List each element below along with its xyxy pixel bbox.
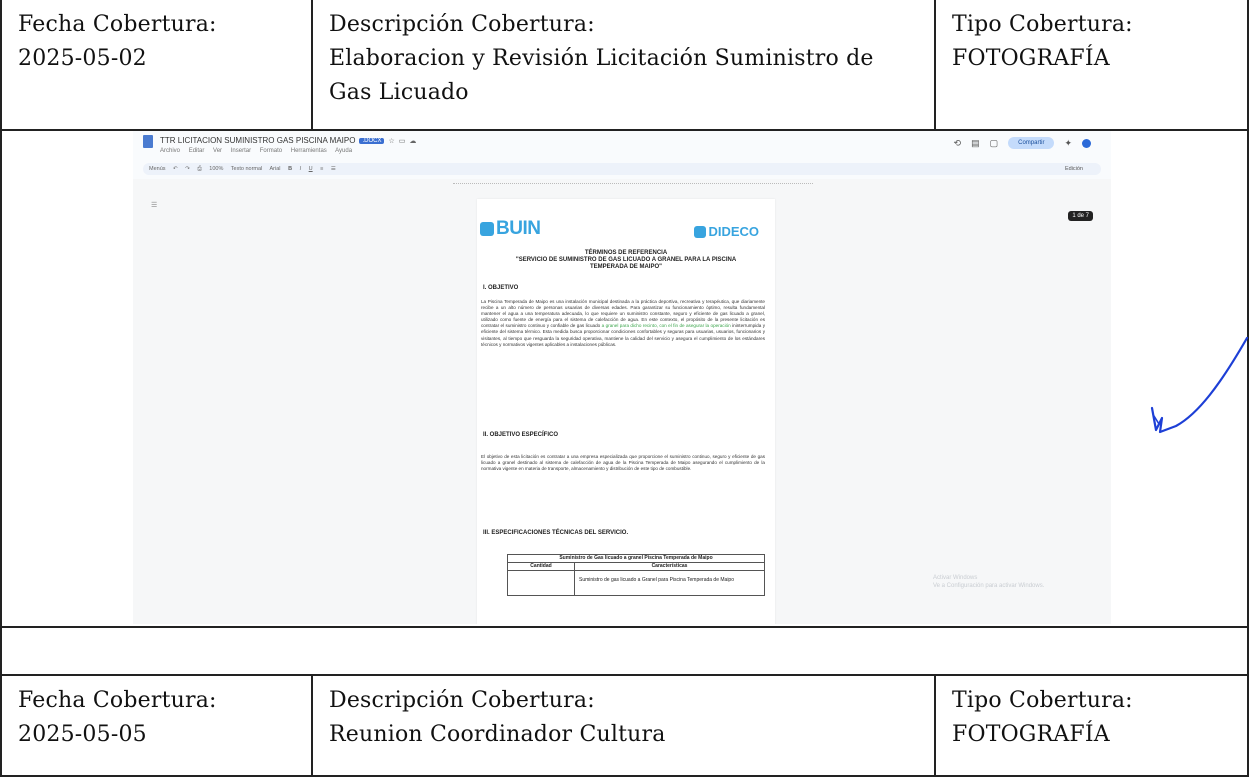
- dideco-logo-icon: [694, 226, 707, 238]
- menu-formato[interactable]: Formato: [260, 148, 282, 154]
- date-label: Fecha Cobertura:: [18, 12, 217, 37]
- ruler: [453, 178, 813, 184]
- dideco-logo-text: DIDECO: [708, 224, 759, 239]
- specs-col-cantidad: Cantidad: [508, 563, 575, 570]
- print-icon[interactable]: ⎙: [197, 166, 201, 172]
- specs-col-caracteristicas: Características: [651, 563, 688, 569]
- document-screenshot: TTR LICITACION SUMINISTRO GAS PISCINA MA…: [133, 131, 1111, 624]
- menu-ayuda[interactable]: Ayuda: [335, 148, 352, 154]
- share-button[interactable]: Compartir: [1008, 137, 1055, 149]
- coverage-row-2: Fecha Cobertura: 2025-05-05 Descripción …: [0, 674, 1249, 777]
- buin-logo: BUIN: [480, 218, 541, 240]
- type-label: Tipo Cobertura:: [952, 12, 1133, 37]
- document-page: BUIN DIDECO TÉRMINOS DE REFERENCIA "SERV…: [477, 199, 775, 624]
- document-title: TTR LICITACION SUMINISTRO GAS PISCINA MA…: [160, 136, 416, 145]
- redo-icon[interactable]: ↷: [185, 166, 190, 172]
- heading-line-1: TÉRMINOS DE REFERENCIA: [584, 250, 668, 256]
- italic-icon[interactable]: I: [300, 166, 302, 172]
- document-title-text: TTR LICITACION SUMINISTRO GAS PISCINA MA…: [160, 136, 356, 145]
- avatar[interactable]: [1082, 138, 1091, 148]
- type-value: FOTOGRAFÍA: [952, 722, 1110, 747]
- description-value: Elaboracion y Revisión Licitación Sumini…: [329, 46, 874, 105]
- windows-watermark: Activar Windows Ve a Configuración para …: [933, 574, 1044, 590]
- comments-icon[interactable]: ▤: [971, 138, 980, 149]
- format-toolbar: Menús ↶ ↷ ⎙ 100% Texto normal Arial B I …: [143, 163, 1101, 175]
- menu-bar: Archivo Editar Ver Insertar Formato Herr…: [160, 148, 359, 154]
- menu-herramientas[interactable]: Herramientas: [291, 148, 327, 154]
- date-label: Fecha Cobertura:: [18, 688, 217, 713]
- specs-table-title: Suministro de Gas licuado a granel Pisci…: [508, 555, 764, 563]
- specs-table: Suministro de Gas licuado a granel Pisci…: [507, 554, 765, 596]
- specs-cell-quantity: [508, 571, 575, 595]
- underline-icon[interactable]: U: [309, 166, 313, 172]
- gemini-icon[interactable]: ✦: [1064, 138, 1072, 149]
- docs-icon: [143, 135, 153, 148]
- section-3-title: III. ESPECIFICACIONES TÉCNICAS DEL SERVI…: [483, 530, 629, 536]
- edit-mode-select[interactable]: Edición: [1065, 163, 1083, 175]
- specs-cell-characteristics: Suministro de gas licuado a Granel para …: [579, 577, 734, 583]
- header-tools: ⟲ ▤ ▢ Compartir ✦: [954, 137, 1091, 149]
- heading-line-2: "SERVICIO DE SUMINISTRO DE GAS LICUADO A…: [515, 257, 737, 263]
- editor-header: TTR LICITACION SUMINISTRO GAS PISCINA MA…: [133, 131, 1111, 184]
- buin-logo-text: BUIN: [496, 218, 541, 239]
- menu-insertar[interactable]: Insertar: [231, 148, 251, 154]
- specs-table-row: Suministro de gas licuado a Granel para …: [508, 571, 764, 595]
- bold-icon[interactable]: B: [288, 166, 292, 172]
- style-select[interactable]: Texto normal: [231, 166, 263, 172]
- dideco-logo: DIDECO: [694, 224, 759, 239]
- menu-archivo[interactable]: Archivo: [160, 148, 180, 154]
- section-2-title: II. OBJETIVO ESPECÍFICO: [483, 432, 559, 438]
- cloud-icon: ☁: [409, 138, 417, 145]
- outline-icon[interactable]: ☰: [151, 201, 157, 209]
- type-cell: Tipo Cobertura: FOTOGRAFÍA: [936, 0, 1247, 129]
- page-counter: 1 de 7: [1068, 211, 1093, 221]
- date-value: 2025-05-02: [18, 46, 147, 71]
- section-1-title: I. OBJETIVO: [483, 285, 519, 291]
- star-icon: ☆: [388, 138, 395, 145]
- type-cell: Tipo Cobertura: FOTOGRAFÍA: [936, 676, 1247, 775]
- description-label: Descripción Cobertura:: [329, 12, 595, 37]
- specs-table-header: Cantidad Características: [508, 563, 764, 571]
- date-cell: Fecha Cobertura: 2025-05-05: [2, 676, 313, 775]
- description-value: Reunion Coordinador Cultura: [329, 722, 666, 747]
- description-cell: Descripción Cobertura: Reunion Coordinad…: [313, 676, 936, 775]
- date-value: 2025-05-05: [18, 722, 147, 747]
- coverage-form: Fecha Cobertura: 2025-05-02 Descripción …: [0, 0, 1249, 777]
- undo-icon[interactable]: ↶: [173, 166, 178, 172]
- empty-row: [0, 626, 1249, 674]
- type-value: FOTOGRAFÍA: [952, 46, 1110, 71]
- signature: [1150, 336, 1249, 434]
- font-select[interactable]: Arial: [270, 166, 281, 172]
- document-heading: TÉRMINOS DE REFERENCIA "SERVICIO DE SUMI…: [477, 250, 775, 271]
- align-icon[interactable]: ≡: [320, 166, 323, 172]
- zoom-select[interactable]: 100%: [209, 166, 223, 172]
- video-call-icon[interactable]: ▢: [990, 138, 999, 149]
- menu-editar[interactable]: Editar: [189, 148, 205, 154]
- date-cell: Fecha Cobertura: 2025-05-02: [2, 0, 313, 129]
- watermark-line-2: Ve a Configuración para activar Windows.: [933, 583, 1045, 589]
- type-label: Tipo Cobertura:: [952, 688, 1133, 713]
- description-label: Descripción Cobertura:: [329, 688, 595, 713]
- section-1-text-highlight: a granel para dicho recinto, con el fin …: [601, 323, 731, 329]
- watermark-line-1: Activar Windows: [933, 575, 978, 581]
- docx-badge: .DOCX: [359, 138, 385, 144]
- buin-logo-icon: [480, 222, 494, 236]
- description-cell: Descripción Cobertura: Elaboracion y Rev…: [313, 0, 936, 129]
- menus-search[interactable]: Menús: [149, 166, 166, 172]
- history-icon[interactable]: ⟲: [954, 138, 962, 149]
- folder-icon: ▭: [398, 138, 406, 145]
- list-icon[interactable]: ☰: [331, 166, 336, 172]
- section-2-text: El objetivo de esta licitación es contra…: [481, 454, 765, 472]
- coverage-row-1: Fecha Cobertura: 2025-05-02 Descripción …: [0, 0, 1249, 129]
- section-1-text: La Piscina Temperada de Maipo es una ins…: [481, 299, 765, 348]
- heading-line-3: TEMPERADA DE MAIPO": [590, 264, 662, 270]
- menu-ver[interactable]: Ver: [213, 148, 222, 154]
